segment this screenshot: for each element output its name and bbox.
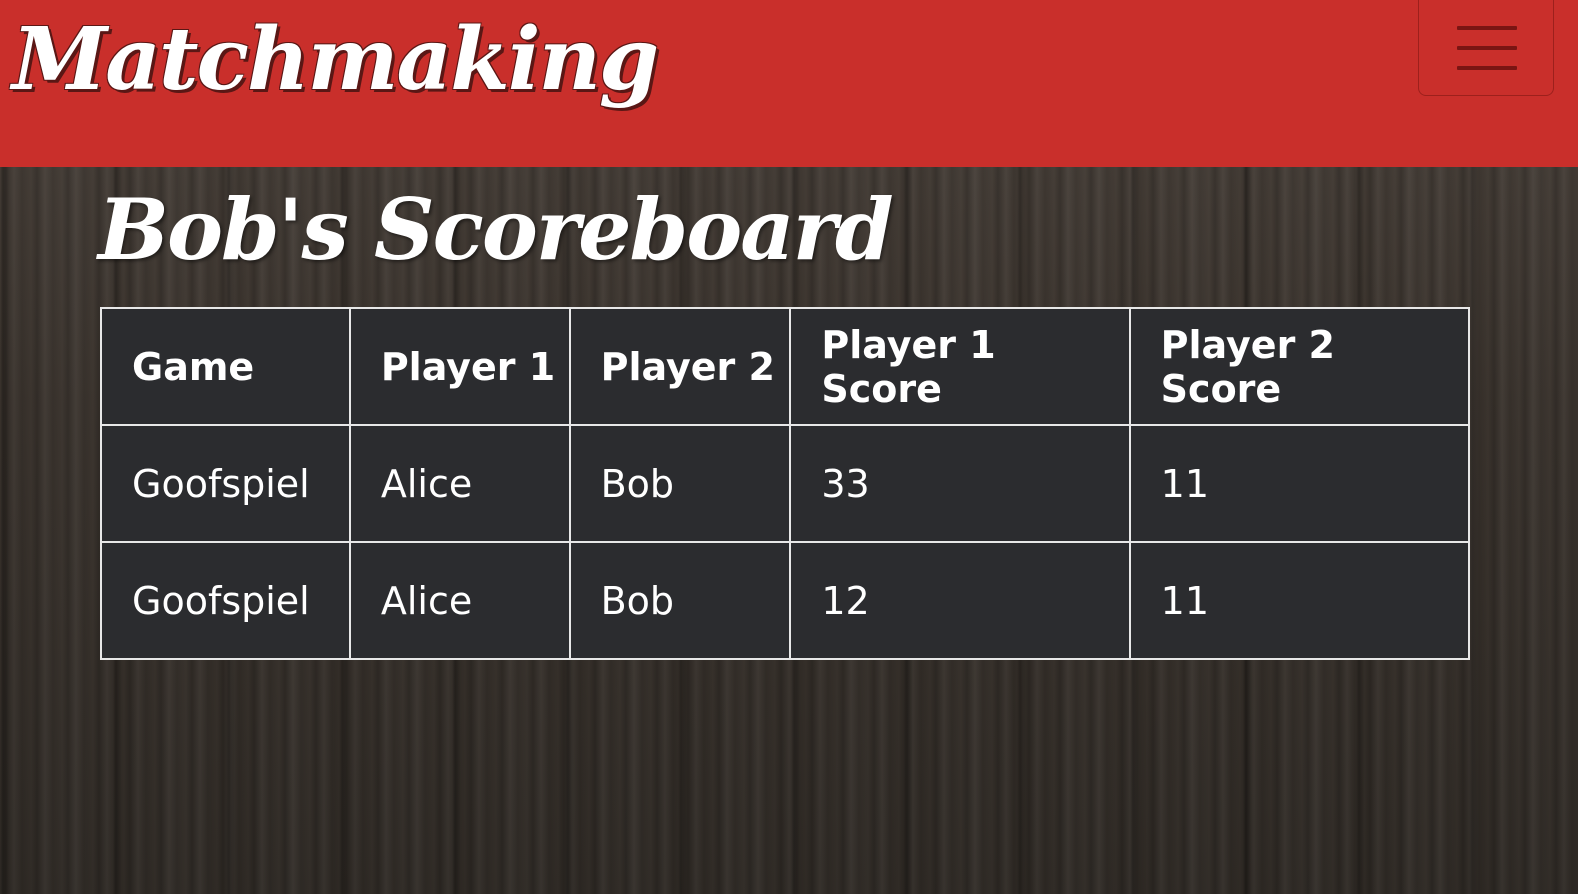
game-cell: Goofspiel (100, 541, 351, 660)
player-2-score-cell: 11 (1128, 541, 1471, 660)
scoreboard-table: Game Player 1 Player 2 Player 1 Score Pl… (100, 307, 1471, 660)
player-1-cell: Alice (348, 541, 571, 660)
menu-toggle-button[interactable] (1418, 0, 1554, 96)
page-title: Bob's Scoreboard (98, 180, 894, 279)
scoreboard-header: Game Player 1 Player 2 Player 1 Score Pl… (100, 307, 1471, 426)
scoreboard-body: Goofspiel Alice Bob 33 11 Goofspiel Alic… (100, 424, 1471, 660)
column-header-player-2: Player 2 (568, 307, 792, 426)
navbar: Matchmaking (0, 0, 1578, 167)
player-2-score-cell: 11 (1128, 424, 1471, 543)
column-header-player-1: Player 1 (348, 307, 571, 426)
hamburger-menu-icon-bar (1457, 46, 1517, 50)
game-cell: Goofspiel (100, 424, 351, 543)
hamburger-menu-icon (1457, 26, 1517, 30)
table-row: Goofspiel Alice Bob 12 11 (100, 541, 1471, 660)
header-row: Game Player 1 Player 2 Player 1 Score Pl… (100, 307, 1471, 426)
column-header-game: Game (100, 307, 351, 426)
column-header-player-1-score: Player 1 Score (789, 307, 1131, 426)
column-header-player-2-score: Player 2 Score (1128, 307, 1471, 426)
brand-logo-link[interactable]: Matchmaking (12, 0, 659, 120)
player-2-cell: Bob (568, 541, 792, 660)
player-1-score-cell: 33 (789, 424, 1131, 543)
hamburger-menu-icon-bar (1457, 66, 1517, 70)
table-row: Goofspiel Alice Bob 33 11 (100, 424, 1471, 543)
player-1-cell: Alice (348, 424, 571, 543)
player-1-score-cell: 12 (789, 541, 1131, 660)
player-2-cell: Bob (568, 424, 792, 543)
